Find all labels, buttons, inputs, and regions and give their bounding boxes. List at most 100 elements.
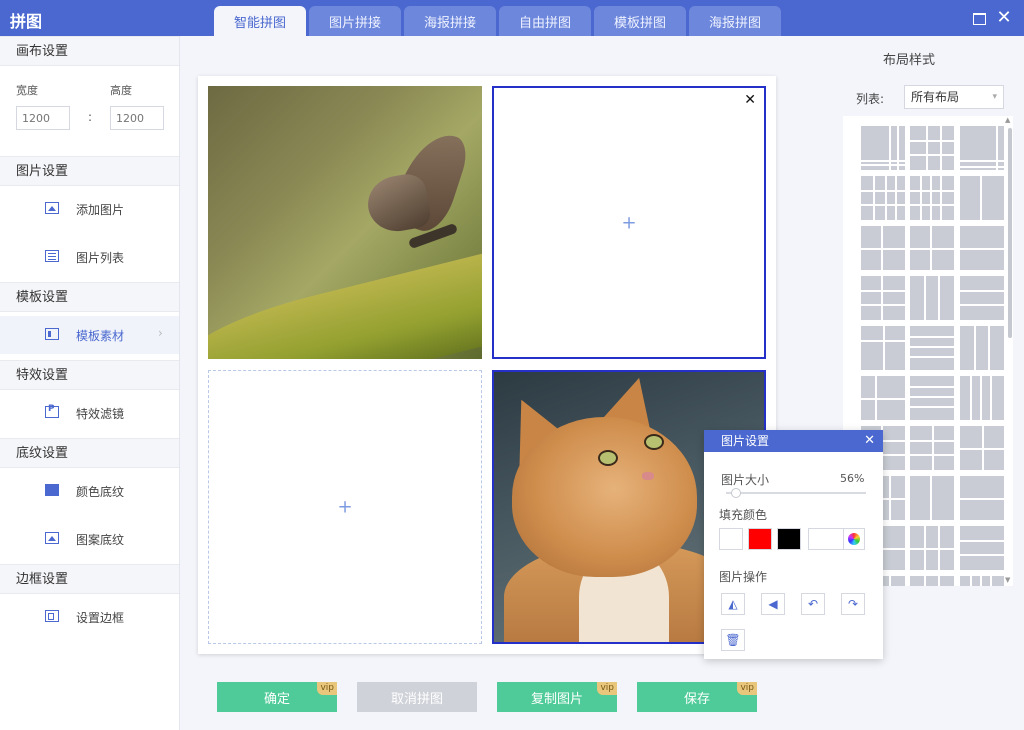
photo-cell-butterfly[interactable] — [208, 86, 482, 359]
empty-cell-selected[interactable]: ✕ + — [492, 86, 766, 359]
layout-thumb[interactable] — [960, 426, 1004, 470]
section-canvas-settings: 画布设置 — [0, 36, 179, 66]
cat-photo-nose — [642, 472, 654, 480]
template-material-button[interactable]: 模板素材 › — [0, 316, 179, 354]
layout-thumb[interactable] — [861, 326, 905, 370]
layout-thumb[interactable] — [861, 276, 905, 320]
layout-thumb[interactable] — [960, 576, 1004, 586]
layout-thumb[interactable] — [960, 226, 1004, 270]
add-photo-plus-icon[interactable]: + — [621, 212, 636, 233]
layout-thumb[interactable] — [960, 176, 1004, 220]
layout-divider — [960, 290, 1004, 292]
layout-thumb[interactable] — [960, 476, 1004, 520]
layout-thumb[interactable] — [960, 276, 1004, 320]
tab-template-collage[interactable]: 模板拼图 — [594, 6, 686, 36]
add-image-button[interactable]: 添加图片 — [0, 190, 179, 228]
layout-thumb[interactable] — [960, 126, 1004, 170]
cancel-collage-button[interactable]: 取消拼图 — [357, 682, 477, 712]
layout-filter-select[interactable]: 所有布局 ▾ — [904, 85, 1004, 109]
add-photo-plus-icon[interactable]: + — [337, 497, 352, 518]
set-border-button[interactable]: 设置边框 — [0, 598, 179, 636]
layout-thumb[interactable] — [910, 576, 954, 586]
layout-thumb[interactable] — [910, 126, 954, 170]
layout-divider — [974, 326, 976, 370]
scroll-up-icon[interactable]: ▲ — [1005, 116, 1010, 124]
color-texture-button[interactable]: 颜色底纹 — [0, 472, 179, 510]
layout-thumb[interactable] — [960, 326, 1004, 370]
layout-divider — [940, 176, 942, 220]
scroll-down-icon[interactable]: ▼ — [1005, 576, 1010, 584]
close-popup-icon[interactable]: ✕ — [864, 430, 875, 452]
pattern-icon — [45, 532, 59, 544]
tab-image-stitch[interactable]: 图片拼接 — [309, 6, 401, 36]
title-bar: 拼图 智能拼图 图片拼接 海报拼接 自由拼图 模板拼图 海报拼图 ✕ — [0, 0, 1024, 36]
layout-thumb[interactable] — [861, 126, 905, 170]
layout-scrollbar[interactable] — [1007, 120, 1013, 580]
swatch-white[interactable] — [719, 528, 743, 550]
flip-vertical-icon[interactable]: ◀ — [761, 593, 785, 615]
mode-tabs: 智能拼图 图片拼接 海报拼接 自由拼图 模板拼图 海报拼图 — [214, 6, 784, 36]
image-list-button[interactable]: 图片列表 — [0, 238, 179, 276]
copy-image-button[interactable]: 复制图片 vip — [497, 682, 617, 712]
image-size-slider[interactable] — [726, 488, 866, 498]
layout-divider — [861, 290, 905, 292]
width-input[interactable] — [16, 106, 70, 130]
filter-icon — [45, 404, 59, 418]
tab-poster-collage[interactable]: 海报拼图 — [689, 6, 781, 36]
layout-divider — [885, 176, 887, 220]
maximize-icon[interactable] — [970, 9, 988, 27]
height-input[interactable] — [110, 106, 164, 130]
layout-divider — [910, 140, 954, 142]
layout-thumb[interactable] — [910, 276, 954, 320]
layout-thumb[interactable] — [910, 476, 954, 520]
rotate-right-icon[interactable]: ↷ — [841, 593, 865, 615]
image-icon — [45, 202, 59, 214]
layout-thumb[interactable] — [910, 376, 954, 420]
layout-thumb[interactable] — [960, 526, 1004, 570]
close-window-icon[interactable]: ✕ — [995, 9, 1013, 27]
remove-cell-icon[interactable]: ✕ — [744, 92, 756, 108]
slider-knob[interactable] — [730, 488, 741, 498]
settings-sidebar: 画布设置 宽度 高度 : 图片设置 添加图片 图片列表 模板设置 模板素材 › … — [0, 36, 180, 730]
tab-free-collage[interactable]: 自由拼图 — [499, 6, 591, 36]
empty-cell[interactable]: + — [208, 370, 482, 644]
section-image-settings: 图片设置 — [0, 156, 179, 186]
layout-divider — [861, 304, 905, 306]
layout-thumb[interactable] — [910, 326, 954, 370]
layout-divider — [861, 164, 905, 166]
swatch-custom[interactable] — [808, 528, 844, 550]
delete-icon[interactable]: 🗑 — [721, 629, 745, 651]
save-button[interactable]: 保存 vip — [637, 682, 757, 712]
layout-divider — [910, 204, 954, 206]
section-template-settings: 模板设置 — [0, 282, 179, 312]
layout-divider — [895, 176, 897, 220]
swatch-black[interactable] — [777, 528, 801, 550]
layout-thumb[interactable] — [960, 376, 1004, 420]
effects-filter-button[interactable]: 特效滤镜 — [0, 394, 179, 432]
tab-smart-collage[interactable]: 智能拼图 — [214, 6, 306, 36]
vip-badge: vip — [737, 682, 757, 695]
layout-divider — [960, 160, 1004, 162]
layout-thumb[interactable] — [910, 176, 954, 220]
layout-thumb[interactable] — [861, 226, 905, 270]
layout-divider — [910, 356, 954, 358]
pattern-texture-button[interactable]: 图案底纹 — [0, 520, 179, 558]
layout-thumb[interactable] — [861, 376, 905, 420]
layout-divider — [940, 126, 942, 170]
layout-divider — [861, 248, 905, 250]
flip-horizontal-icon[interactable]: ◭ — [721, 593, 745, 615]
layout-thumb[interactable] — [910, 526, 954, 570]
layout-divider — [861, 340, 905, 342]
rotate-left-icon[interactable]: ↶ — [801, 593, 825, 615]
layout-thumb[interactable] — [910, 426, 954, 470]
swatch-red[interactable] — [748, 528, 772, 550]
section-border-settings: 边框设置 — [0, 564, 179, 594]
image-size-value: 56% — [840, 472, 865, 485]
tab-poster-stitch[interactable]: 海报拼接 — [404, 6, 496, 36]
layout-thumb[interactable] — [910, 226, 954, 270]
chevron-right-icon: › — [158, 326, 163, 340]
color-picker-icon[interactable] — [843, 528, 865, 550]
confirm-button[interactable]: 确定 vip — [217, 682, 337, 712]
scrollbar-thumb[interactable] — [1008, 128, 1012, 338]
layout-thumb[interactable] — [861, 176, 905, 220]
